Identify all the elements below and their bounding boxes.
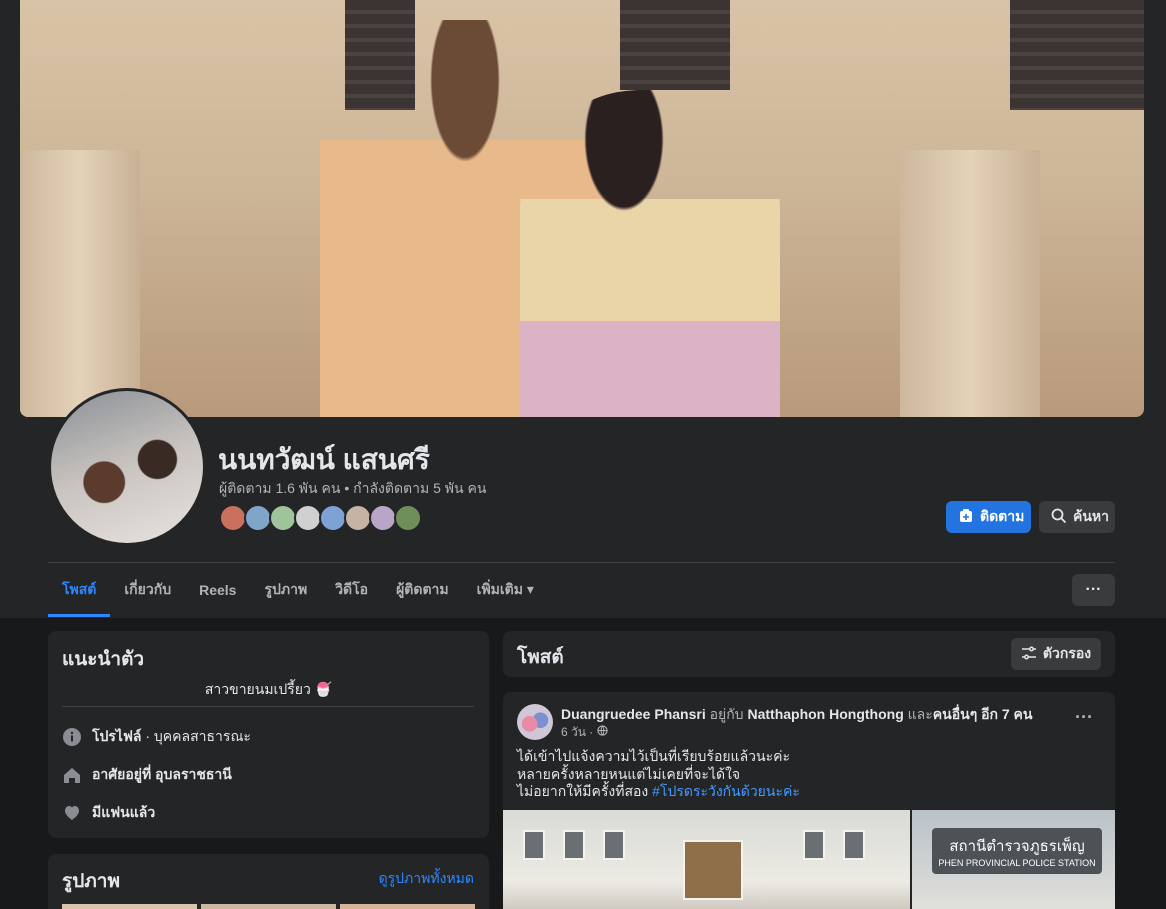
follower-avatar[interactable] bbox=[394, 504, 422, 532]
follower-avatar[interactable] bbox=[244, 504, 272, 532]
globe-icon bbox=[596, 725, 608, 739]
post-image[interactable] bbox=[503, 810, 910, 909]
posts-header-card: โพสต์ ตัวกรอง bbox=[503, 631, 1115, 677]
building-window bbox=[523, 830, 545, 860]
building-portrait bbox=[683, 840, 743, 900]
header-divider bbox=[48, 562, 1115, 563]
follow-icon bbox=[958, 508, 974, 527]
profile-tabs: โพสต์ เกี่ยวกับ Reels รูปภาพ วิดีโอ ผู้ต… bbox=[48, 566, 548, 618]
building-window bbox=[603, 830, 625, 860]
bio-text: สาวขายนมเปรี้ยว 🍧 bbox=[204, 681, 333, 697]
intro-lives-row: อาศัยอยู่ที่ อุบลราชธานี bbox=[62, 764, 232, 786]
filter-icon bbox=[1021, 645, 1037, 664]
lives-in-text: อาศัยอยู่ที่ อุบลราชธานี bbox=[92, 766, 232, 782]
post-timestamp[interactable]: 6 วัน · bbox=[561, 723, 608, 742]
post-time-text: 6 วัน · bbox=[561, 725, 594, 739]
profile-avatar[interactable] bbox=[48, 388, 206, 546]
post-with-text: อยู่กับ bbox=[705, 706, 748, 722]
post-line: ไม่อยากให้มีครั้งที่สอง bbox=[517, 783, 653, 799]
follower-avatar[interactable] bbox=[219, 504, 247, 532]
follower-avatar[interactable] bbox=[369, 504, 397, 532]
building-window bbox=[563, 830, 585, 860]
profile-name: นนทวัฒน์ แสนศรี bbox=[218, 444, 430, 475]
intro-relationship-row: มีแฟนแล้ว bbox=[62, 802, 155, 824]
post-author[interactable]: Duangruedee Phansri bbox=[561, 706, 706, 722]
follow-button[interactable]: ติดตาม bbox=[946, 501, 1031, 533]
cover-pillar bbox=[900, 150, 1040, 417]
tab-posts[interactable]: โพสต์ bbox=[48, 566, 111, 617]
profile-type: · บุคคลสาธารณะ bbox=[141, 728, 251, 744]
photo-thumbnail[interactable] bbox=[201, 904, 336, 909]
intro-title: แนะนำตัว bbox=[62, 649, 145, 670]
follower-avatars[interactable] bbox=[219, 504, 422, 532]
building-window bbox=[803, 830, 825, 860]
cover-window bbox=[620, 0, 730, 90]
photo-thumbnail[interactable] bbox=[340, 904, 475, 909]
more-options-button[interactable]: ··· bbox=[1072, 574, 1115, 606]
follower-avatar[interactable] bbox=[294, 504, 322, 532]
see-all-photos-link[interactable]: ดูรูปภาพทั้งหมด bbox=[379, 868, 474, 890]
post-and-text: และ bbox=[903, 706, 933, 722]
search-icon bbox=[1051, 508, 1067, 527]
intro-divider bbox=[62, 706, 474, 707]
sign-thai-text: สถานีตำรวจภูธรเพ็ญ bbox=[949, 838, 1085, 855]
search-button[interactable]: ค้นหา bbox=[1039, 501, 1115, 533]
post-options-icon[interactable]: ··· bbox=[1075, 707, 1093, 728]
follower-avatar[interactable] bbox=[269, 504, 297, 532]
heart-icon bbox=[62, 803, 82, 823]
tab-about[interactable]: เกี่ยวกับ bbox=[110, 566, 185, 614]
cover-pillar bbox=[20, 150, 140, 417]
follower-avatar[interactable] bbox=[344, 504, 372, 532]
post-tagged-user[interactable]: Natthaphon Hongthong bbox=[747, 706, 903, 722]
search-label: ค้นหา bbox=[1073, 508, 1110, 524]
posts-title: โพสต์ bbox=[517, 647, 564, 668]
post-header: Duangruedee Phansri อยู่กับ Natthaphon H… bbox=[561, 704, 1033, 726]
tab-reels[interactable]: Reels bbox=[185, 566, 250, 614]
cover-window bbox=[1010, 0, 1144, 110]
post-card: Duangruedee Phansri อยู่กับ Natthaphon H… bbox=[503, 692, 1115, 909]
post-line: หลายครั้งหลายหนแต่ไม่เคยที่จะได้ใจ bbox=[517, 765, 741, 782]
building-window bbox=[843, 830, 865, 860]
profile-label: โปรไฟล์ bbox=[92, 728, 142, 744]
ellipsis-icon: ··· bbox=[1085, 581, 1102, 598]
post-author-avatar[interactable] bbox=[517, 704, 553, 740]
follower-avatar[interactable] bbox=[319, 504, 347, 532]
relationship-text: มีแฟนแล้ว bbox=[92, 804, 156, 820]
police-station-sign: สถานีตำรวจภูธรเพ็ญ PHEN PROVINCIAL POLIC… bbox=[932, 828, 1102, 874]
tab-photos[interactable]: รูปภาพ bbox=[250, 566, 321, 614]
filter-label: ตัวกรอง bbox=[1042, 645, 1092, 661]
post-line: ได้เข้าไปแจ้งความไว้เป็นที่เรียบร้อยแล้ว… bbox=[517, 748, 790, 764]
cover-photo[interactable] bbox=[20, 0, 1144, 417]
post-text: ได้เข้าไปแจ้งความไว้เป็นที่เรียบร้อยแล้ว… bbox=[517, 748, 800, 801]
follow-stats[interactable]: ผู้ติดตาม 1.6 พัน คน • กำลังติดตาม 5 พัน… bbox=[219, 478, 486, 500]
photos-card: รูปภาพ ดูรูปภาพทั้งหมด bbox=[48, 854, 489, 909]
filter-button[interactable]: ตัวกรอง bbox=[1011, 638, 1101, 670]
info-icon bbox=[62, 727, 82, 747]
post-others-link[interactable]: คนอื่นๆ อีก 7 คน bbox=[933, 706, 1033, 722]
tab-more[interactable]: เพิ่มเติม ▾ bbox=[463, 566, 548, 614]
cover-person bbox=[520, 90, 780, 417]
tab-videos[interactable]: วิดีโอ bbox=[321, 566, 382, 614]
photo-thumbnail[interactable] bbox=[62, 904, 197, 909]
intro-card: แนะนำตัว สาวขายนมเปรี้ยว 🍧 โปรไฟล์ · บุค… bbox=[48, 631, 489, 838]
post-image[interactable]: สถานีตำรวจภูธรเพ็ญ PHEN PROVINCIAL POLIC… bbox=[912, 810, 1115, 909]
intro-profile-row: โปรไฟล์ · บุคคลสาธารณะ bbox=[62, 726, 251, 748]
post-hashtag[interactable]: #โปรดระวังกันด้วยนะค่ะ bbox=[652, 783, 800, 799]
tab-followers[interactable]: ผู้ติดตาม bbox=[382, 566, 463, 614]
follow-label: ติดตาม bbox=[980, 508, 1025, 524]
photos-title: รูปภาพ bbox=[62, 871, 120, 892]
avatar-image bbox=[51, 391, 203, 543]
home-icon bbox=[62, 765, 82, 785]
sign-english-text: PHEN PROVINCIAL POLICE STATION bbox=[938, 858, 1096, 868]
